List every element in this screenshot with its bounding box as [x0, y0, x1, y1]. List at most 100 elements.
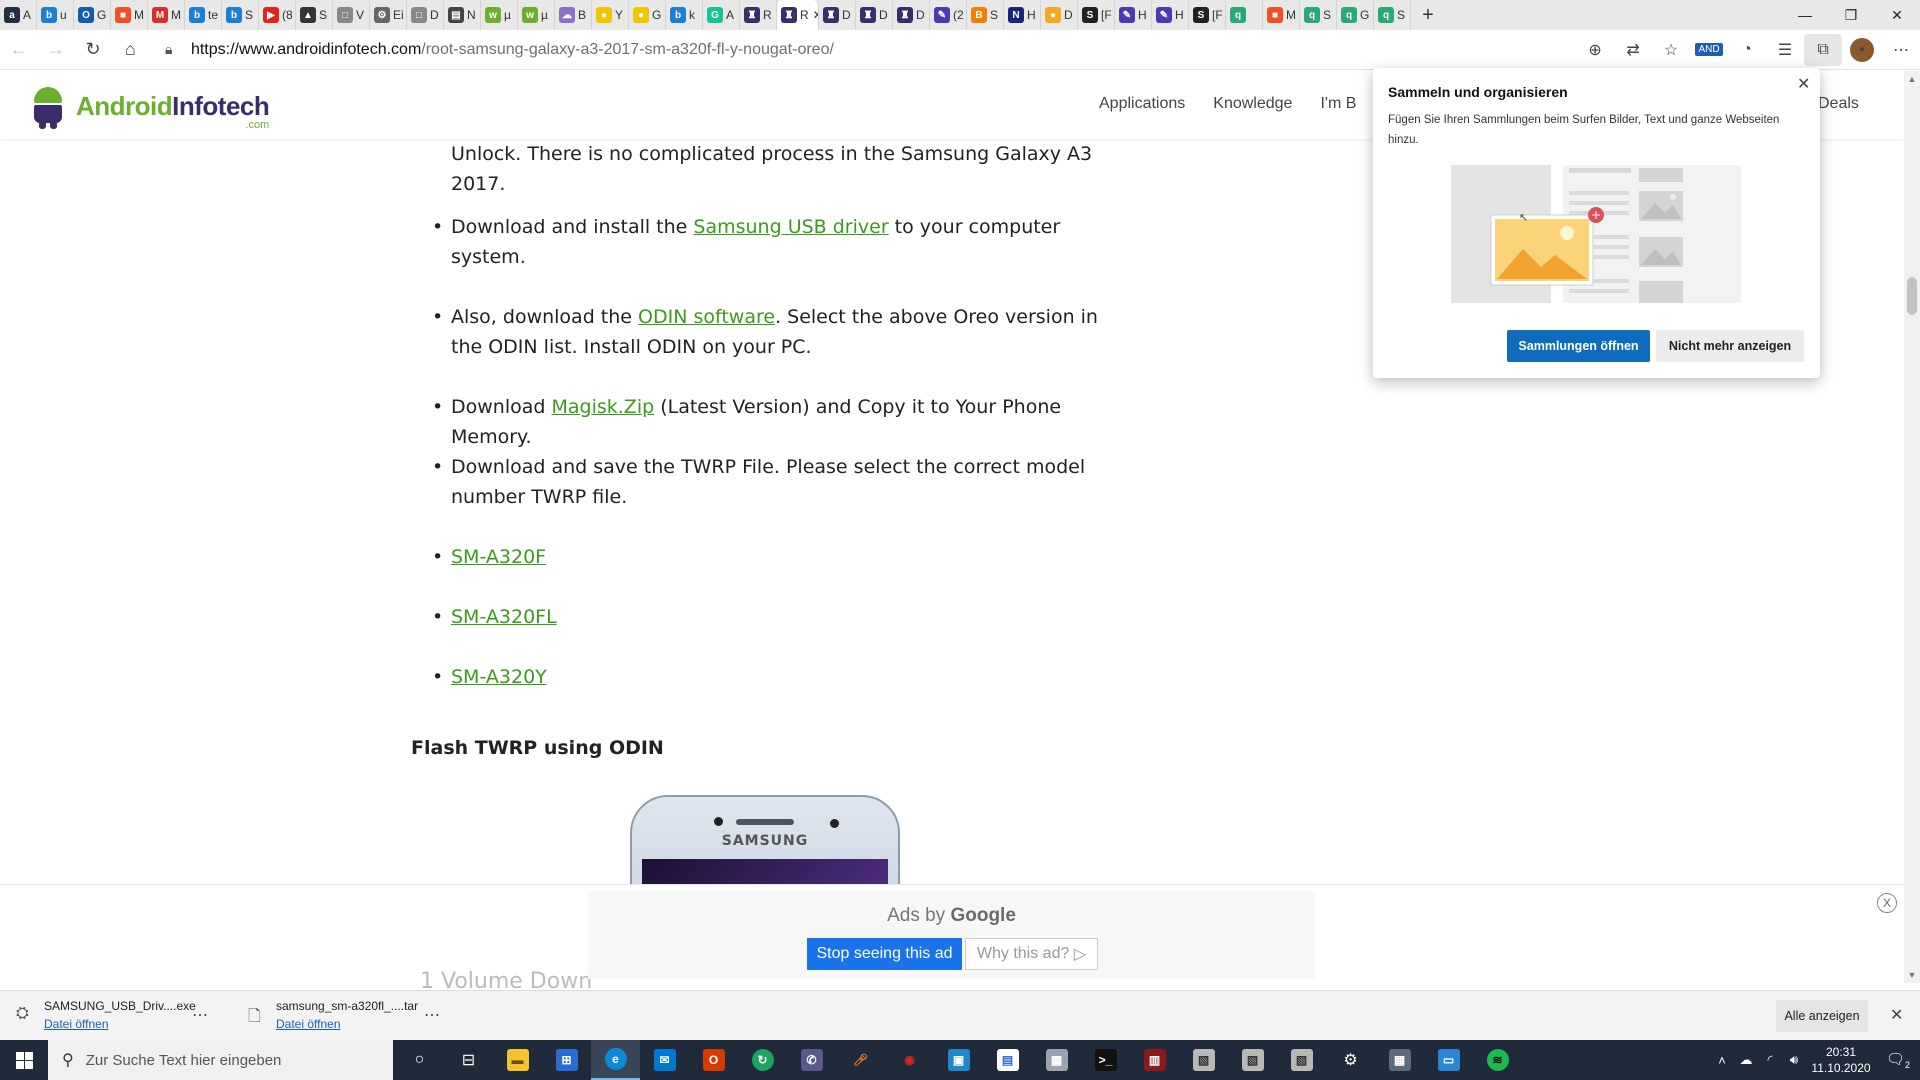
browser-tab[interactable]: □ D	[407, 0, 444, 30]
notification-center-icon[interactable]: 🗨︎2	[1876, 1050, 1920, 1070]
samsung-usb-driver-link[interactable]: Samsung USB driver	[693, 216, 888, 238]
package-icon-1[interactable]: ▧	[1179, 1040, 1228, 1080]
ad-close-button[interactable]: X	[1877, 893, 1897, 913]
browser-tab[interactable]: aA	[0, 0, 37, 30]
remote-desktop-icon[interactable]: ▣	[934, 1040, 983, 1080]
messaging-icon[interactable]: ✆	[787, 1040, 836, 1080]
browser-tab[interactable]: qS	[1300, 0, 1337, 30]
more-options-icon[interactable]: ⋯	[192, 1005, 208, 1025]
scanner-icon[interactable]: ▦	[1032, 1040, 1081, 1080]
browser-tab[interactable]: ▶ (8	[259, 0, 296, 30]
lips-icon[interactable]: ◉	[885, 1040, 934, 1080]
browser-tab[interactable]: ♜ D	[893, 0, 930, 30]
model-link-sm-a320y[interactable]: SM-A320Y	[451, 666, 547, 688]
browser-tab[interactable]: ■ M	[1263, 0, 1300, 30]
browser-tab[interactable]: ● Y	[592, 0, 629, 30]
browser-tab[interactable]: S [F	[1078, 0, 1115, 30]
forward-button[interactable]: →	[37, 30, 74, 70]
browser-tab[interactable]: GA	[703, 0, 740, 30]
browser-tab[interactable]: MM	[148, 0, 185, 30]
scrollbar-thumb[interactable]	[1907, 277, 1917, 315]
odin-software-link[interactable]: ODIN software	[638, 306, 775, 328]
new-tab-button[interactable]: +	[1411, 0, 1445, 30]
open-file-link[interactable]: Datei öffnen	[44, 1017, 109, 1031]
greenapp-icon[interactable]: ↻	[738, 1040, 787, 1080]
edge-browser-icon[interactable]: e	[591, 1040, 640, 1080]
browser-tab[interactable]: ☁ B	[555, 0, 592, 30]
extension-icon[interactable]: AND	[1690, 34, 1728, 66]
browser-tab[interactable]: ● D	[1041, 0, 1078, 30]
clock[interactable]: 20:31 11.10.2020	[1806, 1044, 1876, 1076]
network-icon[interactable]: ◜	[1758, 1052, 1782, 1068]
terminal-icon[interactable]: >_	[1081, 1040, 1130, 1080]
dont-show-again-button[interactable]: Nicht mehr anzeigen	[1656, 330, 1804, 362]
popup-close-icon[interactable]: ✕	[1797, 74, 1810, 94]
close-download-bar-icon[interactable]: ✕	[1890, 1005, 1903, 1025]
browser-tab[interactable]: ● G	[629, 0, 666, 30]
archive-icon[interactable]: ▥	[1130, 1040, 1179, 1080]
browser-tab[interactable]: BS	[967, 0, 1004, 30]
browser-tab[interactable]: ♜R✕	[777, 0, 819, 30]
scroll-down-arrow-icon[interactable]: ▼	[1904, 967, 1920, 983]
minimize-button[interactable]: —	[1782, 0, 1828, 30]
maximize-button[interactable]: ❐	[1828, 0, 1874, 30]
more-options-icon[interactable]: ⋯	[424, 1005, 440, 1025]
package-icon-3[interactable]: ▧	[1277, 1040, 1326, 1080]
scroll-up-arrow-icon[interactable]: ▲	[1904, 71, 1920, 87]
settings-icon[interactable]: ⚙	[1326, 1040, 1375, 1080]
browser-tab[interactable]: bS	[222, 0, 259, 30]
file-explorer-icon[interactable]: ▬	[493, 1040, 542, 1080]
browser-tab[interactable]: b te	[185, 0, 222, 30]
spotify-icon[interactable]: ≋	[1473, 1040, 1522, 1080]
magisk-zip-link[interactable]: Magisk.Zip	[551, 396, 654, 418]
cortana-icon[interactable]: ○	[395, 1040, 444, 1080]
browser-tab[interactable]: wµ	[518, 0, 555, 30]
menu-item-im[interactable]: I'm B	[1320, 95, 1356, 113]
favorite-star-icon[interactable]: ☆	[1652, 34, 1690, 66]
browser-tab[interactable]: ✎ H	[1152, 0, 1189, 30]
open-collections-button[interactable]: Sammlungen öffnen	[1507, 330, 1650, 362]
browser-tab[interactable]: ✎ (2	[930, 0, 967, 30]
microphone-icon[interactable]: 🎤︎	[836, 1040, 885, 1080]
download-item[interactable]: ⛭ SAMSUNG_USB_Driv....exe Datei öffnen ⋯	[16, 999, 226, 1033]
browser-tab[interactable]: ♜ R	[740, 0, 777, 30]
start-button[interactable]	[0, 1040, 48, 1080]
add-icon[interactable]: ⊕	[1576, 34, 1614, 66]
home-button[interactable]: ⌂	[112, 30, 149, 70]
browser-tab[interactable]: bk	[666, 0, 703, 30]
favorites-list-icon[interactable]: ☰	[1766, 34, 1804, 66]
collections-icon[interactable]: ⧉	[1804, 33, 1843, 66]
profile-avatar[interactable]: ●	[1850, 37, 1875, 62]
stop-seeing-ad-button[interactable]: Stop seeing this ad	[807, 938, 962, 970]
browser-tab[interactable]: bu	[37, 0, 74, 30]
menu-item-applications[interactable]: Applications	[1099, 95, 1185, 113]
browser-tab[interactable]: ✎ H	[1115, 0, 1152, 30]
browser-tab[interactable]: ♜ D	[856, 0, 893, 30]
tray-expand-icon[interactable]: ˄	[1710, 1053, 1734, 1068]
display-icon[interactable]: ▭	[1424, 1040, 1473, 1080]
browser-tab[interactable]: ⚙ Ei	[370, 0, 407, 30]
translate-icon[interactable]: ⇄	[1614, 34, 1652, 66]
menu-item-deals[interactable]: Deals	[1818, 95, 1859, 113]
calculator-icon[interactable]: ▦	[1375, 1040, 1424, 1080]
performance-icon[interactable]: ◔	[1728, 34, 1766, 66]
browser-tab[interactable]: ▤ N	[444, 0, 481, 30]
download-item[interactable]: 🗋︎ samsung_sm-a320fl_....tar Datei öffne…	[248, 999, 458, 1033]
store-icon[interactable]: ⊞	[542, 1040, 591, 1080]
url-field[interactable]: 🔒︎ https://www.androidinfotech.com/root-…	[157, 34, 1386, 66]
browser-tab[interactable]: ♜ D	[819, 0, 856, 30]
volume-icon[interactable]: 🔊︎	[1782, 1052, 1806, 1068]
browser-tab[interactable]: OG	[74, 0, 111, 30]
browser-tab[interactable]: □ V	[333, 0, 370, 30]
browser-tab[interactable]: wµ	[481, 0, 518, 30]
package-icon-2[interactable]: ▧	[1228, 1040, 1277, 1080]
document-icon[interactable]: ▤	[983, 1040, 1032, 1080]
back-button[interactable]: ←	[0, 30, 37, 70]
task-view-icon[interactable]: ⊟	[444, 1040, 493, 1080]
refresh-button[interactable]: ↻	[74, 30, 111, 70]
office-icon[interactable]: O	[689, 1040, 738, 1080]
settings-menu-icon[interactable]: ⋯	[1882, 34, 1920, 66]
browser-tab[interactable]: qS	[1374, 0, 1411, 30]
browser-tab[interactable]: ▲ S	[296, 0, 333, 30]
menu-item-knowledge[interactable]: Knowledge	[1213, 95, 1292, 113]
